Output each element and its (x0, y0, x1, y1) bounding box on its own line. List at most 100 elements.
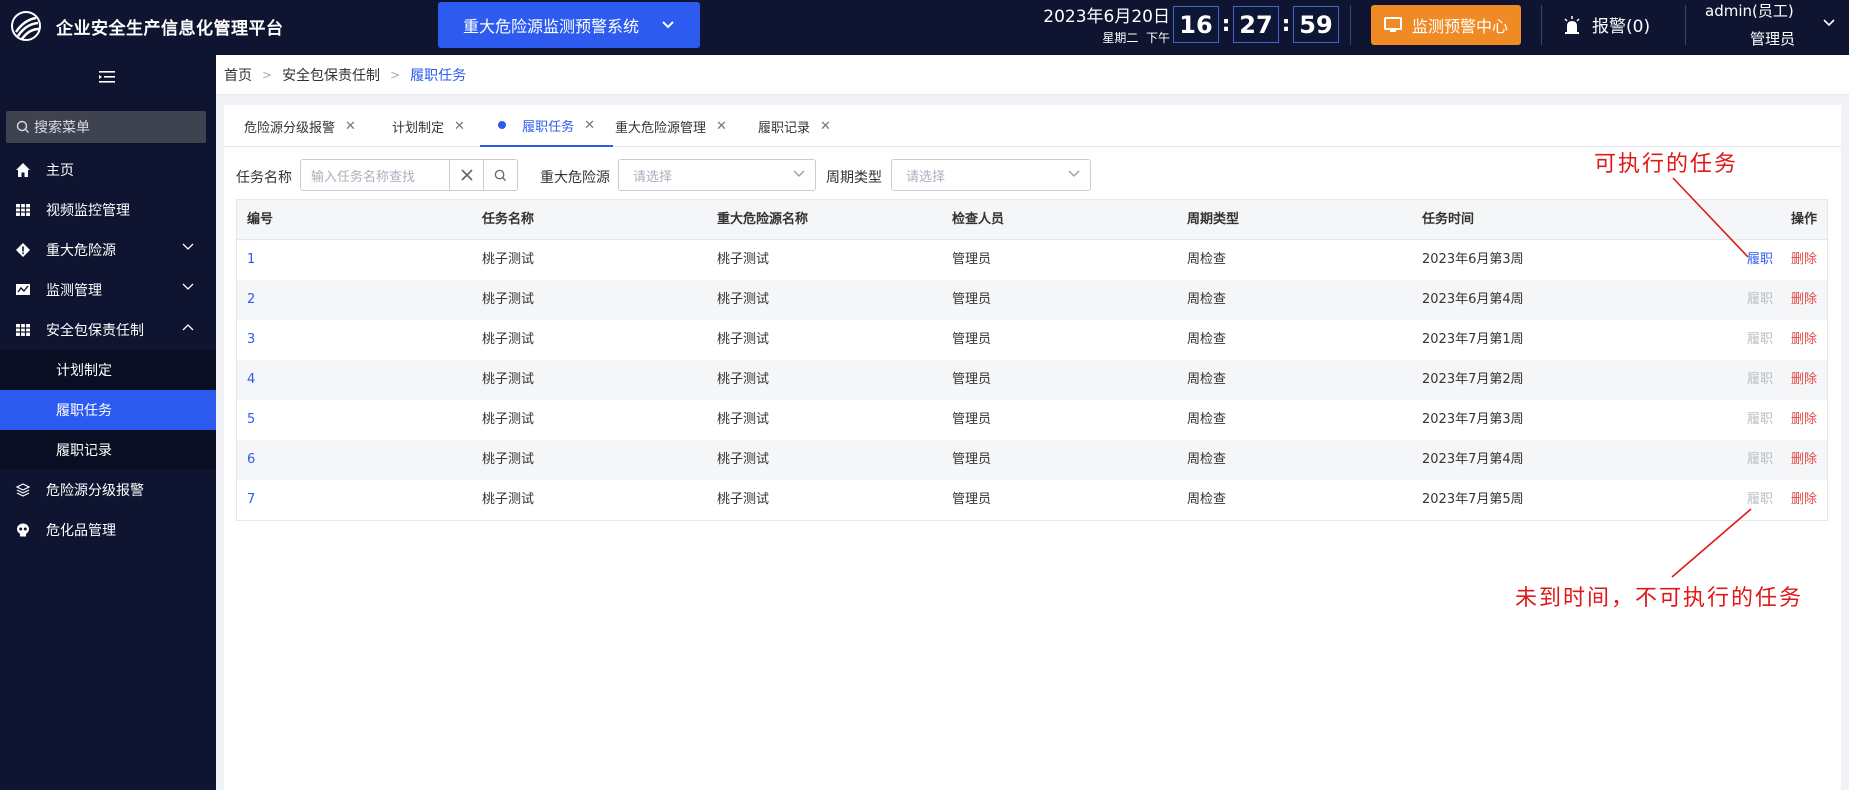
close-icon[interactable]: ✕ (454, 119, 465, 134)
cell-id[interactable]: 1 (247, 240, 255, 280)
sidebar: 搜索菜单 主页 视频监控管理 重大危险源 监测管理 安全包保责任制 计划制定 履… (0, 55, 216, 790)
user-role: 管理员 (1750, 30, 1796, 48)
monitor-icon (1383, 17, 1402, 32)
cell-task: 桃子测试 (482, 372, 535, 387)
chevron-down-icon (1068, 170, 1080, 177)
search-icon (16, 120, 29, 133)
cell-id[interactable]: 3 (247, 320, 255, 360)
close-icon[interactable]: ✕ (345, 119, 356, 134)
column-header-id: 编号 (247, 212, 274, 227)
delete-button[interactable]: 删除 (1791, 400, 1817, 440)
chevron-down-icon (182, 243, 194, 250)
sidebar-item-home[interactable]: 主页 (0, 150, 216, 190)
tab-duty-record[interactable]: 履职记录 ✕ (758, 105, 831, 147)
hazard-label: 重大危险源 (540, 170, 610, 186)
tab-major-hazard[interactable]: 重大危险源管理 ✕ (615, 105, 727, 147)
cell-time: 2023年7月第5周 (1422, 492, 1524, 507)
column-header-inspector: 检查人员 (952, 212, 1005, 227)
cycle-select[interactable]: 请选择 (891, 159, 1091, 191)
breadcrumb-home[interactable]: 首页 (224, 65, 252, 85)
hazard-select[interactable]: 请选择 (618, 159, 816, 191)
column-header-actions: 操作 (1790, 212, 1817, 227)
duty-task-table: 编号 任务名称 重大危险源名称 检查人员 周期类型 任务时间 操作 1 桃子测试桃… (236, 199, 1828, 521)
app-title: 企业安全生产信息化管理平台 (56, 19, 284, 39)
chevron-down-icon (793, 170, 805, 177)
weekday-label: 星期二 (1102, 31, 1139, 45)
task-name-label: 任务名称 (236, 170, 292, 186)
cell-hazard: 桃子测试 (717, 492, 770, 507)
monitor-center-label: 监测预警中心 (1411, 17, 1508, 36)
perform-duty-button: 履职 (1746, 332, 1773, 347)
monitor-center-button[interactable]: 监测预警中心 (1371, 5, 1521, 45)
cell-inspector: 管理员 (952, 332, 992, 347)
close-icon[interactable]: ✕ (716, 119, 727, 134)
breadcrumb-safety[interactable]: 安全包保责任制 (282, 65, 380, 85)
task-name-input[interactable]: 输入任务名称查找 (300, 159, 450, 191)
cell-hazard: 桃子测试 (717, 292, 770, 307)
diamond-warning-icon (14, 241, 32, 259)
cell-inspector: 管理员 (952, 292, 992, 307)
tab-plan[interactable]: 计划制定 ✕ (392, 105, 465, 147)
table-icon (14, 321, 32, 339)
delete-button[interactable]: 删除 (1791, 240, 1817, 280)
sidebar-search-input[interactable]: 搜索菜单 (6, 111, 206, 143)
weekday-text: 星期二 下午 (1040, 29, 1170, 46)
delete-button[interactable]: 删除 (1791, 480, 1817, 520)
sidebar-item-hazard-alarm[interactable]: 危险源分级报警 (0, 470, 216, 510)
cell-task: 桃子测试 (482, 412, 535, 427)
cell-id[interactable]: 7 (247, 480, 255, 520)
sidebar-menu: 主页 视频监控管理 重大危险源 监测管理 安全包保责任制 计划制定 履职任务 履… (0, 150, 216, 550)
cell-id[interactable]: 4 (247, 360, 255, 400)
perform-duty-button[interactable]: 履职 (1747, 240, 1773, 280)
active-dot-icon (498, 121, 506, 129)
sidebar-item-major-hazard[interactable]: 重大危险源 (0, 230, 216, 270)
cell-id[interactable]: 2 (247, 280, 255, 320)
chevron-down-icon (1823, 19, 1835, 27)
table-row: 7 桃子测试 桃子测试 管理员 周检查 2023年7月第5周 履职 删除 (237, 480, 1827, 520)
tab-duty-task[interactable]: 履职任务 ✕ (480, 105, 614, 147)
sidebar-subitem-plan[interactable]: 计划制定 (0, 350, 216, 390)
tab-hazard-alarm[interactable]: 危险源分级报警 ✕ (244, 105, 356, 147)
sidebar-item-video[interactable]: 视频监控管理 (0, 190, 216, 230)
hazard-select-placeholder: 请选择 (633, 169, 673, 185)
cell-id[interactable]: 5 (247, 400, 255, 440)
cell-time: 2023年7月第2周 (1422, 372, 1524, 387)
sidebar-item-safety-responsibility[interactable]: 安全包保责任制 (0, 310, 216, 350)
column-header-task: 任务名称 (482, 212, 535, 227)
delete-button[interactable]: 删除 (1791, 440, 1817, 480)
delete-button[interactable]: 删除 (1791, 360, 1817, 400)
sidebar-item-chemicals[interactable]: 危化品管理 (0, 510, 216, 550)
alarm-light-icon (1564, 15, 1580, 34)
table-header: 编号 任务名称 重大危险源名称 检查人员 周期类型 任务时间 操作 (237, 200, 1827, 240)
user-menu[interactable]: admin(员工) 管理员 (1705, 0, 1835, 49)
cell-cycle: 周检查 (1187, 412, 1227, 427)
menu-collapse-icon[interactable] (98, 69, 116, 85)
cell-cycle: 周检查 (1187, 492, 1227, 507)
clear-button[interactable] (449, 159, 484, 191)
delete-button[interactable]: 删除 (1791, 280, 1817, 320)
breadcrumb: 首页 > 安全包保责任制 > 履职任务 (216, 55, 1849, 95)
monitor-chart-icon (14, 281, 32, 299)
delete-button[interactable]: 删除 (1791, 320, 1817, 360)
sidebar-item-monitoring[interactable]: 监测管理 (0, 270, 216, 310)
cell-id[interactable]: 6 (247, 440, 255, 480)
cell-inspector: 管理员 (952, 412, 992, 427)
perform-duty-button: 履职 (1746, 492, 1773, 507)
alarm-button[interactable]: 报警(0) (1562, 12, 1650, 37)
sidebar-item-label: 重大危险源 (46, 243, 116, 259)
clock-hour: 16 (1173, 6, 1219, 43)
close-icon[interactable]: ✕ (584, 118, 595, 133)
clock-second: 59 (1293, 6, 1339, 43)
tab-label: 履职任务 (522, 119, 575, 135)
header-divider (1350, 5, 1351, 45)
cell-time: 2023年7月第4周 (1422, 452, 1524, 467)
column-header-hazard: 重大危险源名称 (717, 212, 809, 227)
system-select-button[interactable]: 重大危险源监测预警系统 (438, 2, 700, 48)
date-display: 2023年6月20日 星期二 下午 (1040, 2, 1170, 46)
search-button[interactable] (483, 159, 518, 191)
table-row: 3 桃子测试 桃子测试 管理员 周检查 2023年7月第1周 履职 删除 (237, 320, 1827, 360)
cell-time: 2023年7月第1周 (1422, 332, 1524, 347)
sidebar-subitem-duty-record[interactable]: 履职记录 (0, 430, 216, 470)
sidebar-subitem-duty-task[interactable]: 履职任务 (0, 390, 216, 430)
close-icon[interactable]: ✕ (820, 119, 831, 134)
